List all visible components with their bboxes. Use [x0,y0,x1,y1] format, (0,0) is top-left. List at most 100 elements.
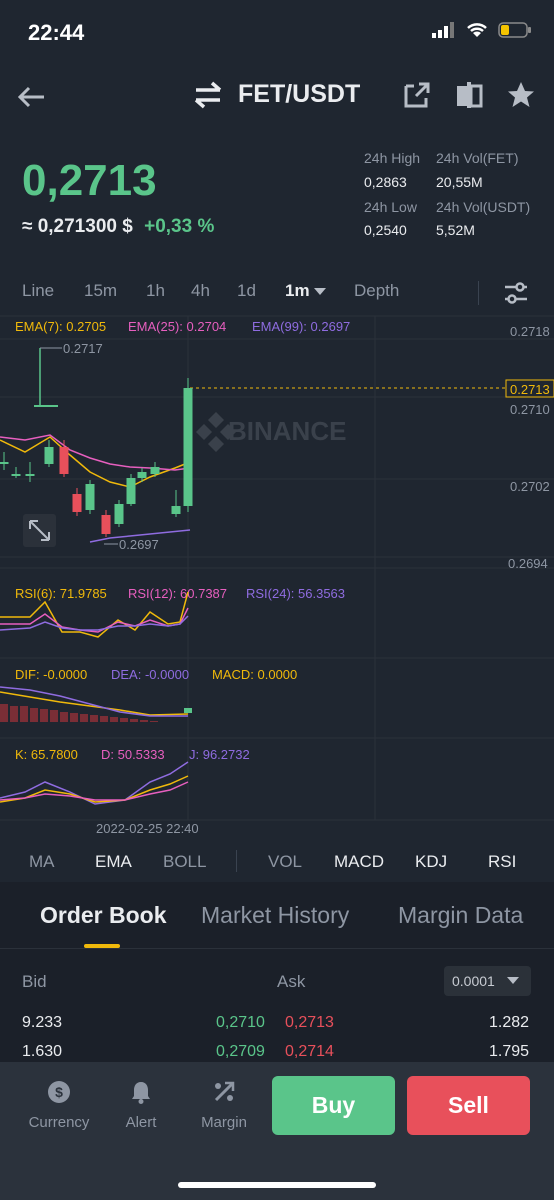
dif-line [0,691,189,716]
buy-button[interactable]: Buy [272,1076,395,1135]
j-label: J: 96.2732 [189,747,250,762]
candle-body [59,447,69,474]
swap-icon [194,81,222,108]
tab-1d[interactable]: 1d [237,281,256,301]
low-value: 0,2540 [364,222,407,238]
high-value: 0,2863 [364,174,407,190]
ask-qty: 1.282 [489,1014,530,1031]
indicator-ema[interactable]: EMA [95,852,132,872]
status-icons [432,22,532,38]
margin-button[interactable]: Margin [189,1078,259,1131]
tabs-divider [478,281,479,305]
bid-qty: 1.630 [22,1043,63,1060]
chart-settings-icon[interactable] [503,281,529,305]
star-icon[interactable] [506,80,536,110]
svg-text:$: $ [55,1084,63,1100]
candle-body [126,478,136,504]
min-mark-text: 0.2697 [119,537,159,552]
macd-bar [30,708,38,722]
indicator-divider [236,850,237,872]
macd-bar [50,710,58,722]
dollar-coin-icon: $ [48,1081,70,1103]
macd-bar [80,714,88,722]
ask-price[interactable]: 0,2713 [285,1014,334,1032]
time-label: 2022-02-25 22:40 [96,821,199,836]
indicator-macd[interactable]: MACD [334,852,384,872]
candle-body [114,504,124,524]
price-change: +0,33 % [144,216,215,237]
indicator-vol[interactable]: VOL [268,852,302,872]
tab-margin-data[interactable]: Margin Data [398,902,523,929]
d-label: D: 50.5333 [101,747,165,762]
macd-bar [100,716,108,722]
candle-body [11,474,21,476]
alert-label: Alert [125,1114,157,1131]
y-tick: 0.2718 [510,324,550,339]
margin-percent-icon [214,1081,235,1102]
indicator-ma[interactable]: MA [29,852,55,872]
vol-fet-value: 20,55M [436,174,483,190]
y-tick: 0.2694 [508,556,548,571]
bid-header: Bid [22,972,47,991]
rsi12-label: RSI(12): 60.7387 [128,586,227,601]
candle-body [0,462,9,464]
indicator-boll[interactable]: BOLL [163,852,206,872]
tab-line[interactable]: Line [22,281,54,301]
precision-select[interactable]: 0.0001 [444,966,531,996]
bell-icon [132,1082,150,1104]
tab-15m[interactable]: 15m [84,281,117,301]
tab-market-history[interactable]: Market History [201,902,349,929]
tab-1m-label: 1m [285,281,310,300]
last-price-tag-text: 0.2713 [510,382,550,397]
currency-button[interactable]: $ Currency [24,1078,94,1131]
k-label: K: 65.7800 [15,747,78,762]
chevron-down-icon [314,287,327,295]
bid-price[interactable]: 0,2709 [216,1043,265,1061]
compare-icon[interactable] [454,80,484,110]
sell-button[interactable]: Sell [407,1076,530,1135]
price-fiat: ≈ 0,271300 $ +0,33 % [22,216,214,238]
dea-line [0,686,188,717]
tab-order-book[interactable]: Order Book [40,902,167,929]
ema25-label: EMA(25): 0.2704 [128,319,226,334]
status-time: 22:44 [28,20,85,45]
tab-1m[interactable]: 1m [285,281,327,301]
binance-watermark: BINANCE [196,412,346,452]
wifi-icon [467,23,487,37]
candle-body [171,506,181,514]
bid-price[interactable]: 0,2710 [216,1014,265,1032]
last-price: 0,2713 [22,156,157,205]
candlestick-chart[interactable]: EMA(7): 0.2705 EMA(25): 0.2704 EMA(99): … [0,312,554,840]
dea-label: DEA: -0.0000 [111,667,189,682]
high-label: 24h High [364,150,421,166]
candle-body [150,467,160,474]
header-actions [402,80,536,110]
tab-depth[interactable]: Depth [354,281,399,301]
bid-qty: 9.233 [22,1014,63,1031]
macd-bar [0,704,8,722]
back-arrow-icon[interactable] [14,80,48,114]
tab-1h[interactable]: 1h [146,281,165,301]
macd-bar [70,713,78,722]
interval-tabs: Line 15m 1h 4h 1d 1m Depth [0,281,554,307]
alert-button[interactable]: Alert [106,1078,176,1131]
macd-bar [150,721,158,722]
ask-header: Ask [277,972,306,991]
ask-price[interactable]: 0,2714 [285,1043,334,1061]
tab-4h[interactable]: 4h [191,281,210,301]
macd-bar [140,720,148,722]
macd-bar [120,718,128,722]
indicator-rsi[interactable]: RSI [488,852,516,872]
vol-usdt-label: 24h Vol(USDT) [436,199,531,215]
rsi24-label: RSI(24): 56.3563 [246,586,345,601]
pair-switcher[interactable]: FET/USDT [192,80,360,109]
macd-bar [60,712,68,722]
share-icon[interactable] [402,80,432,110]
candle-body [44,447,54,464]
indicator-kdj[interactable]: KDJ [415,852,447,872]
order-book-divider [0,948,554,949]
expand-icon[interactable] [23,514,56,547]
candle-body [85,484,95,510]
vol-fet-label: 24h Vol(FET) [436,150,519,166]
y-tick: 0.2710 [510,402,550,417]
